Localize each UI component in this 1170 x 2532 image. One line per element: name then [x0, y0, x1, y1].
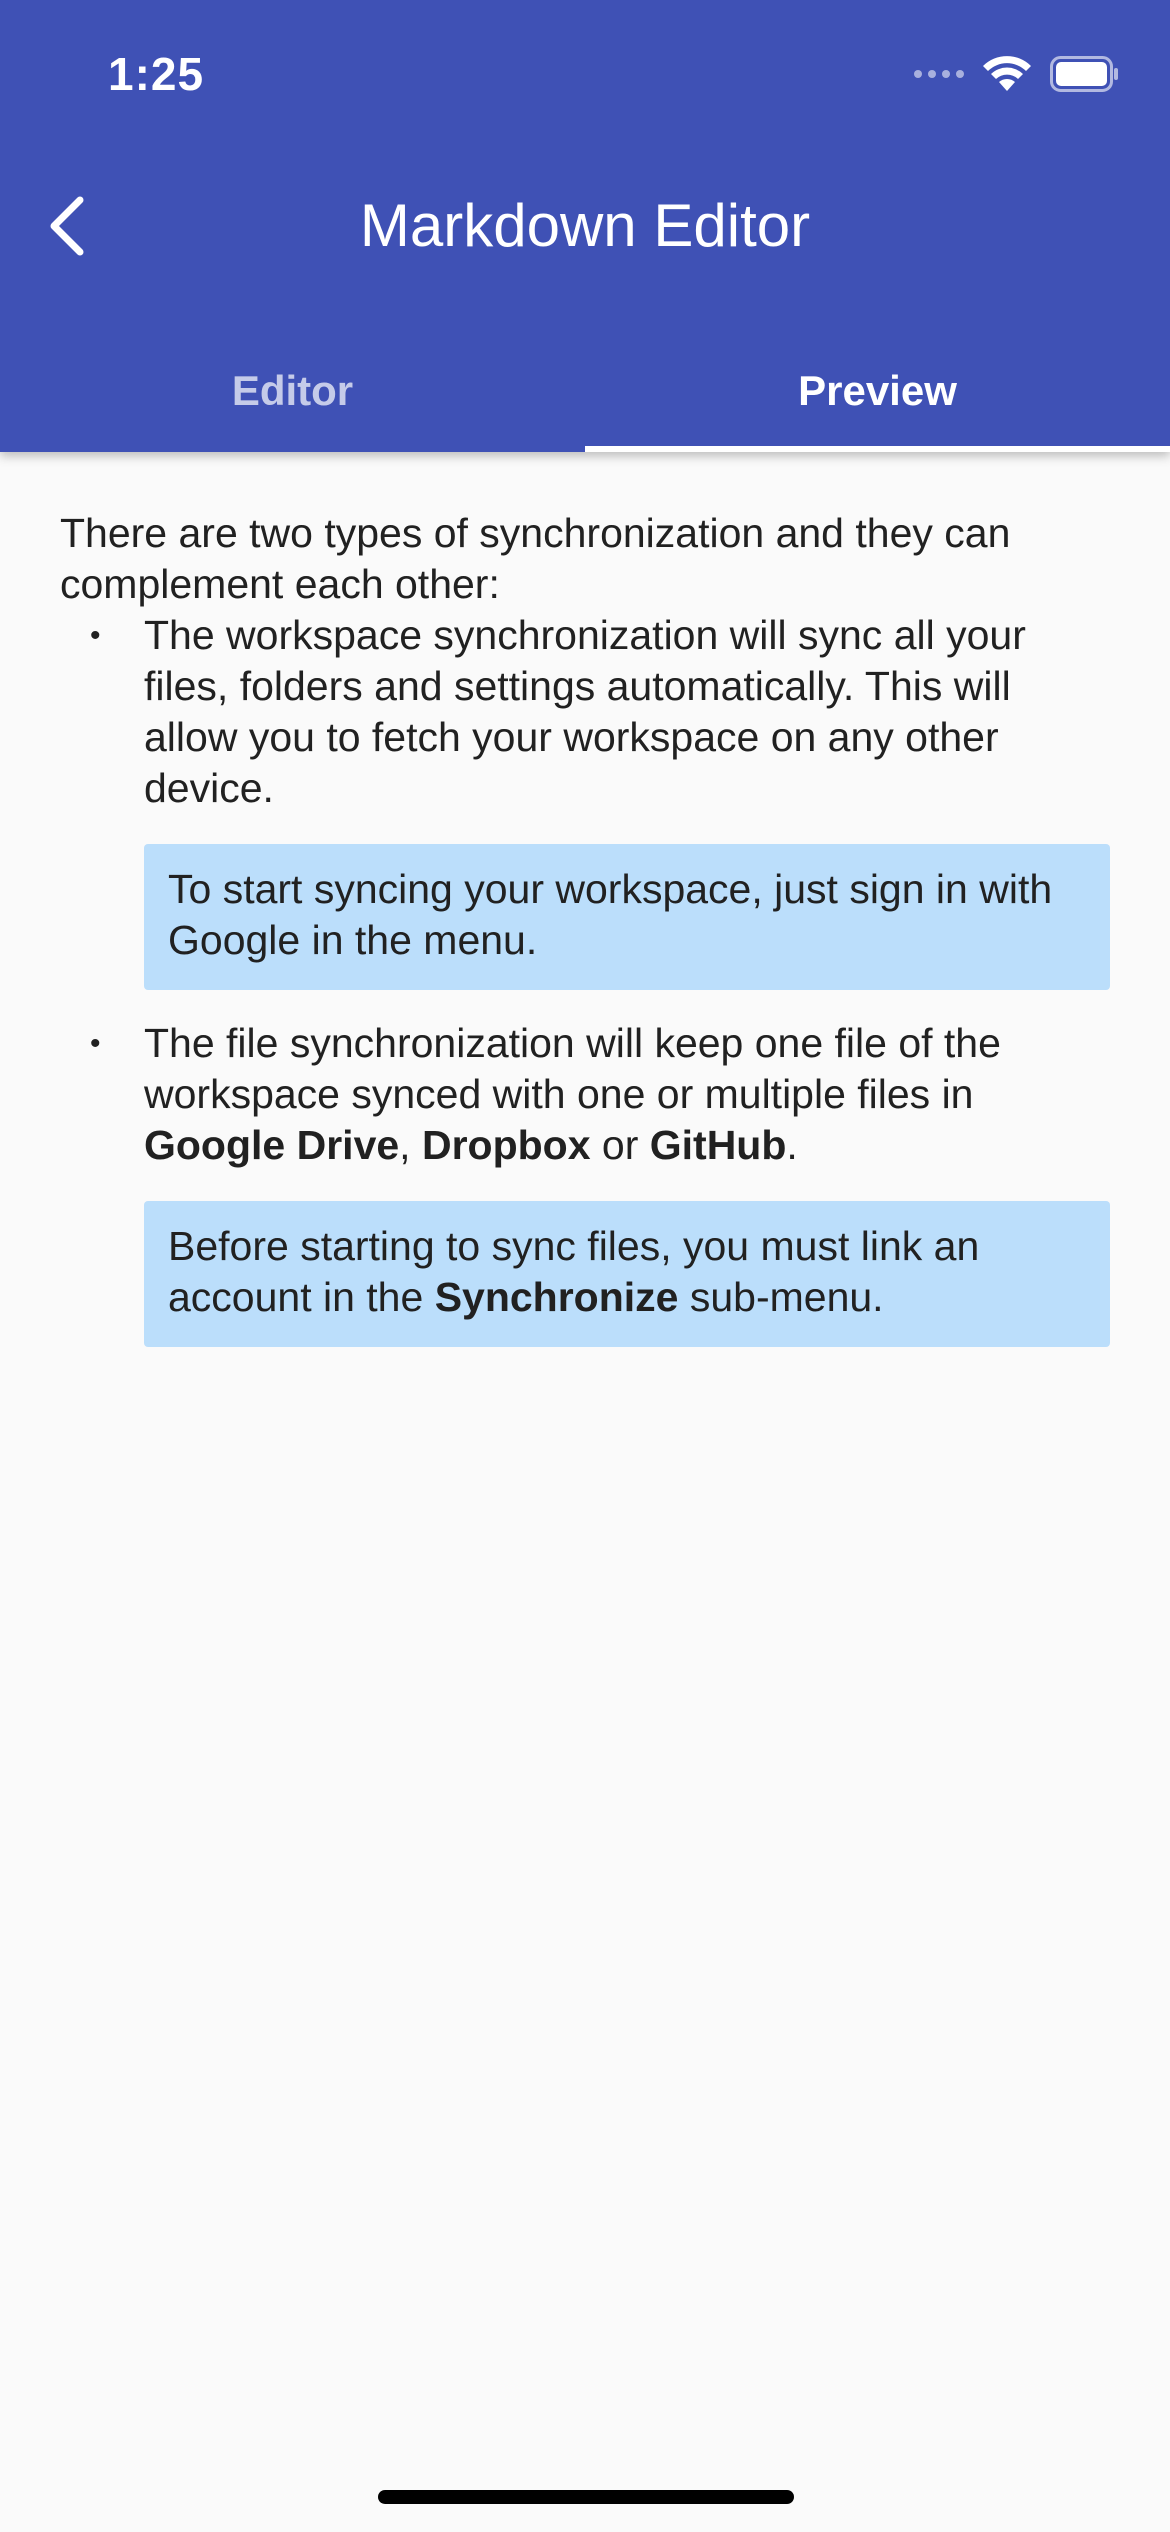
cellular-signal-icon	[914, 70, 964, 78]
tab-editor-label: Editor	[231, 367, 354, 414]
list-item-text-end: .	[786, 1122, 798, 1168]
tab-preview[interactable]: Preview	[585, 330, 1170, 452]
dropbox-label: Dropbox	[421, 1122, 591, 1168]
tab-indicator	[585, 446, 1170, 452]
github-label: GitHub	[649, 1122, 787, 1168]
info-note-text-end: sub-menu.	[678, 1274, 884, 1320]
status-indicators	[914, 52, 1120, 96]
list-item-text-part: The file synchronization will keep one f…	[144, 1020, 1001, 1117]
status-time: 1:25	[108, 48, 205, 100]
info-note-text: To start syncing your workspace, just si…	[168, 866, 1053, 963]
tab-editor[interactable]: Editor	[0, 330, 585, 452]
list-item-separator: ,	[399, 1122, 422, 1168]
list-item-text: The workspace synchronization will sync …	[144, 612, 1026, 811]
list-item: • The file synchronization will keep one…	[60, 1018, 1110, 1347]
google-drive-label: Google Drive	[144, 1122, 400, 1168]
info-note: Before starting to sync files, you must …	[144, 1201, 1110, 1347]
battery-icon	[1050, 56, 1120, 92]
bullet-marker: •	[90, 1027, 101, 1060]
app-header: 1:25 Markdown Editor Editor Preview	[0, 0, 1170, 452]
markdown-preview: There are two types of synchronization a…	[60, 508, 1110, 1375]
list-item-separator: or	[590, 1122, 650, 1168]
info-note: To start syncing your workspace, just si…	[144, 844, 1110, 990]
list-item-text: The file synchronization will keep one f…	[144, 1018, 1110, 1171]
home-indicator[interactable]	[378, 2490, 794, 2504]
intro-paragraph: There are two types of synchronization a…	[60, 510, 1011, 607]
tab-preview-label: Preview	[798, 367, 957, 414]
wifi-icon	[982, 55, 1032, 93]
app-title: Markdown Editor	[359, 192, 811, 259]
tab-bar: Editor Preview	[0, 330, 1170, 452]
synchronize-label: Synchronize	[434, 1274, 679, 1320]
bullet-marker: •	[90, 619, 101, 652]
list-item: • The workspace synchronization will syn…	[60, 610, 1110, 990]
